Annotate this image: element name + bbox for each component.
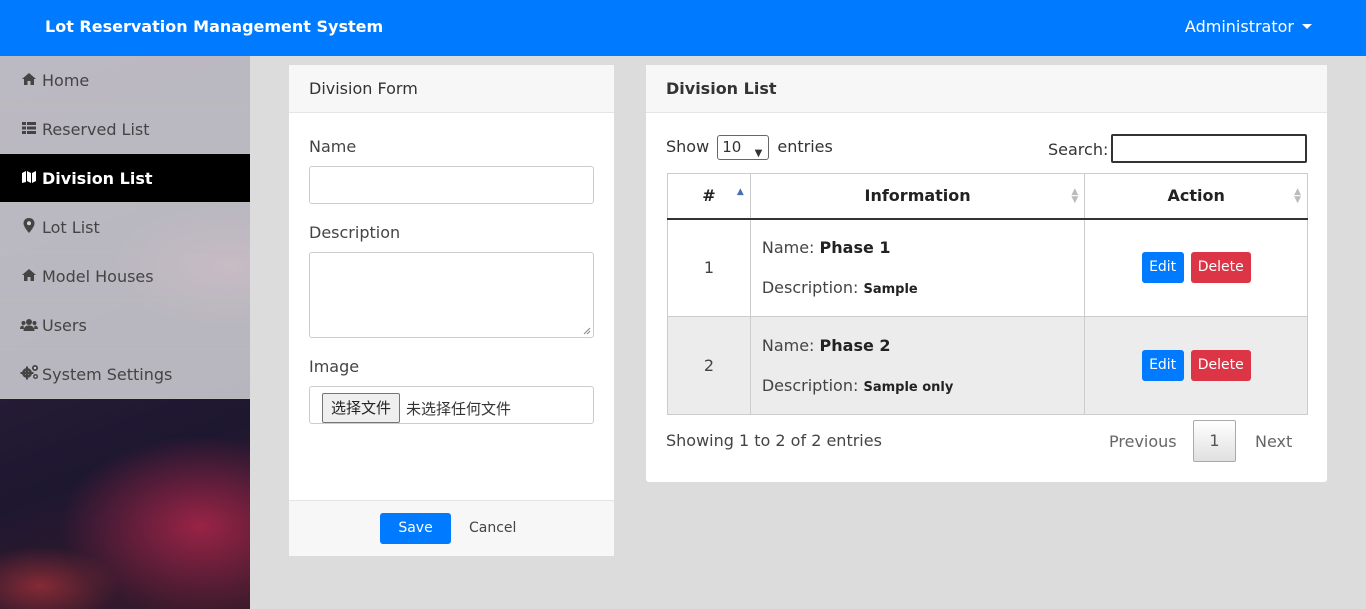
sidebar-item-label: Reserved List xyxy=(42,120,150,139)
sort-icon: ▲ xyxy=(736,187,744,197)
table-info: Showing 1 to 2 of 2 entries xyxy=(666,431,882,450)
cancel-button[interactable]: Cancel xyxy=(469,513,516,544)
image-label: Image xyxy=(309,357,360,376)
show-label: Show xyxy=(666,137,710,156)
description-prefix: Description: xyxy=(761,375,859,395)
search-input[interactable] xyxy=(1111,134,1307,163)
pagination-previous[interactable]: Previous xyxy=(1109,432,1177,451)
row-number: 2 xyxy=(667,316,751,415)
column-header-num[interactable]: # ▲ xyxy=(667,173,751,220)
map-marker-icon xyxy=(20,203,38,252)
resize-handle-icon[interactable] xyxy=(583,327,591,335)
row-actions: Edit Delete xyxy=(1084,218,1308,317)
row-number: 1 xyxy=(667,218,751,317)
sidebar-item-system-settings[interactable]: System Settings xyxy=(0,350,250,399)
pagination-next[interactable]: Next xyxy=(1255,432,1292,451)
sort-icon: ▲ ▼ xyxy=(1294,187,1301,205)
table-row: 2 Name: Phase 2 Description: Sample only… xyxy=(667,316,1308,415)
sidebar: Home Reserved List Division List Lot Lis… xyxy=(0,56,250,609)
save-button[interactable]: Save xyxy=(380,513,451,544)
list-title: Division List xyxy=(646,65,1327,113)
sidebar-item-label: Users xyxy=(42,316,87,335)
name-field[interactable] xyxy=(309,166,594,204)
image-file-input[interactable]: 选择文件 未选择任何文件 xyxy=(309,386,594,424)
sidebar-item-label: System Settings xyxy=(42,365,173,384)
file-status: 未选择任何文件 xyxy=(406,400,512,418)
home-icon xyxy=(20,56,38,105)
list-icon xyxy=(20,105,38,154)
division-description: Sample xyxy=(863,281,918,297)
column-header-action[interactable]: Action ▲ ▼ xyxy=(1084,173,1308,220)
delete-button[interactable]: Delete xyxy=(1190,252,1251,284)
sidebar-item-label: Lot List xyxy=(42,218,100,237)
name-label: Name xyxy=(309,137,357,156)
sidebar-item-home[interactable]: Home xyxy=(0,56,250,105)
edit-button[interactable]: Edit xyxy=(1141,350,1184,381)
sidebar-item-reserved-list[interactable]: Reserved List xyxy=(0,105,250,154)
sidebar-item-lot-list[interactable]: Lot List xyxy=(0,203,250,252)
app-title[interactable]: Lot Reservation Management System xyxy=(45,17,383,36)
search-label: Search: xyxy=(1048,140,1109,159)
edit-button[interactable]: Edit xyxy=(1141,252,1184,284)
form-title: Division Form xyxy=(289,65,614,113)
description-label: Description xyxy=(309,223,401,242)
division-list-card: Division List Show 10 ▼ entries Search: #… xyxy=(646,65,1327,482)
table-row: 1 Name: Phase 1 Description: Sample Edit… xyxy=(667,218,1308,317)
entries-label: entries xyxy=(777,137,833,156)
sidebar-item-users[interactable]: Users xyxy=(0,301,250,350)
column-label: Information xyxy=(864,186,971,206)
division-table: # ▲ Information ▲ ▼ Action ▲ ▼ 1 Name: Phase … xyxy=(667,173,1308,415)
description-prefix: Description: xyxy=(761,277,859,297)
choose-file-button[interactable]: 选择文件 xyxy=(322,393,401,423)
name-prefix: Name: xyxy=(761,335,815,355)
cogs-icon xyxy=(20,350,38,399)
division-form-card: Division Form Name Description Image 选择文… xyxy=(289,65,614,556)
row-information: Name: Phase 1 Description: Sample xyxy=(749,218,1086,317)
page-length-control: Show 10 ▼ entries xyxy=(666,135,833,160)
sidebar-item-label: Home xyxy=(42,71,90,90)
column-header-information[interactable]: Information ▲ ▼ xyxy=(749,173,1086,220)
entries-select[interactable]: 10 ▼ xyxy=(717,135,770,160)
map-icon xyxy=(20,154,38,203)
sidebar-item-label: Model Houses xyxy=(42,267,154,286)
sidebar-item-division-list[interactable]: Division List xyxy=(0,154,250,203)
row-actions: Edit Delete xyxy=(1084,316,1308,415)
top-navbar: Lot Reservation Management System Admini… xyxy=(0,0,1366,56)
column-label: Action xyxy=(1167,186,1225,206)
home-icon xyxy=(20,252,38,301)
sort-icon: ▲ ▼ xyxy=(1071,187,1079,205)
division-name: Phase 2 xyxy=(819,335,891,355)
chevron-down-icon: ▼ xyxy=(754,148,763,159)
name-prefix: Name: xyxy=(761,237,815,257)
form-footer: Save Cancel xyxy=(289,500,614,556)
users-icon xyxy=(20,301,38,350)
sidebar-item-label: Division List xyxy=(42,169,153,188)
row-information: Name: Phase 2 Description: Sample only xyxy=(749,316,1086,415)
pagination-page-1[interactable]: 1 xyxy=(1193,420,1236,462)
division-name: Phase 1 xyxy=(819,237,891,257)
user-menu-label: Administrator xyxy=(1184,17,1294,36)
user-menu-dropdown[interactable]: Administrator xyxy=(1185,17,1312,36)
description-field[interactable] xyxy=(309,252,594,338)
caret-down-icon xyxy=(1302,24,1312,29)
entries-value: 10 xyxy=(722,138,742,156)
column-label: # xyxy=(702,186,716,206)
sidebar-item-model-houses[interactable]: Model Houses xyxy=(0,252,250,301)
delete-button[interactable]: Delete xyxy=(1190,350,1251,381)
division-description: Sample only xyxy=(863,379,954,395)
